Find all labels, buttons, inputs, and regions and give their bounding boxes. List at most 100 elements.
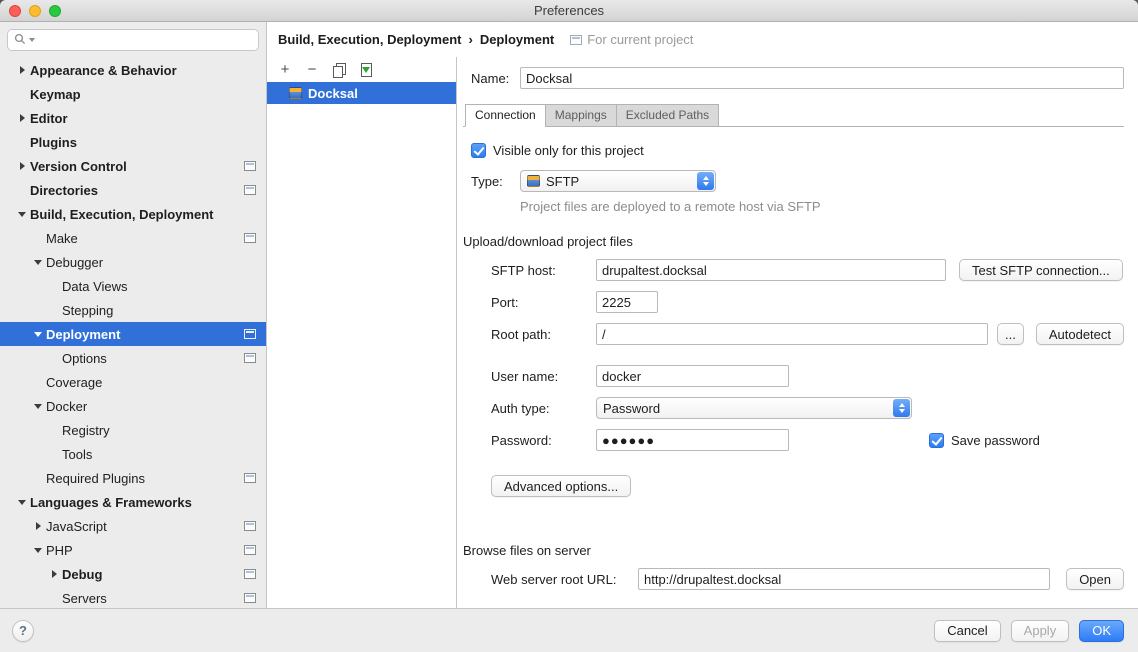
sidebar-item-plugins[interactable]: Plugins: [0, 130, 266, 154]
sidebar-item-required-plugins[interactable]: Required Plugins: [0, 466, 266, 490]
sidebar-item-debugger[interactable]: Debugger: [0, 250, 266, 274]
password-label: Password:: [491, 433, 596, 448]
auth-type-select[interactable]: Password: [596, 397, 912, 419]
name-input[interactable]: [520, 67, 1124, 89]
tab-bar: Connection Mappings Excluded Paths: [463, 104, 1124, 127]
sidebar-item-label: Debugger: [46, 255, 103, 270]
sidebar-item-stepping[interactable]: Stepping: [0, 298, 266, 322]
sftp-host-input[interactable]: [596, 259, 946, 281]
root-path-input[interactable]: [596, 323, 988, 345]
settings-page-icon: [244, 329, 256, 339]
expand-arrow-icon[interactable]: [14, 162, 30, 170]
settings-page-icon: [244, 521, 256, 531]
settings-page-icon: [244, 185, 256, 195]
main-area: Appearance & BehaviorKeymap Editor Plugins…: [0, 22, 1138, 608]
paste-icon[interactable]: [356, 60, 376, 80]
sidebar-item-registry[interactable]: Registry: [0, 418, 266, 442]
type-select[interactable]: SFTP: [520, 170, 716, 192]
advanced-options-button[interactable]: Advanced options...: [491, 475, 631, 497]
collapse-arrow-icon[interactable]: [14, 212, 30, 217]
sidebar-item-label: Languages & Frameworks: [30, 495, 192, 510]
sidebar-item-tools[interactable]: Tools: [0, 442, 266, 466]
visible-only-checkbox[interactable]: [471, 143, 486, 158]
web-root-input[interactable]: [638, 568, 1050, 590]
save-password-group: Save password: [929, 433, 1040, 448]
sidebar-item-docker[interactable]: Docker: [0, 394, 266, 418]
sidebar-item-languages-frameworks[interactable]: Languages & Frameworks: [0, 490, 266, 514]
browse-root-path-button[interactable]: ...: [997, 323, 1024, 345]
settings-page-icon: [244, 161, 256, 171]
sidebar-item-javascript[interactable]: JavaScript: [0, 514, 266, 538]
server-type-icon: [289, 87, 302, 99]
settings-search[interactable]: [7, 29, 259, 51]
expand-arrow-icon[interactable]: [30, 522, 46, 530]
scope-label: For current project: [587, 32, 693, 47]
close-window-button[interactable]: [9, 5, 21, 17]
zoom-window-button[interactable]: [49, 5, 61, 17]
tab-excluded-paths[interactable]: Excluded Paths: [616, 104, 719, 127]
search-history-arrow-icon[interactable]: [29, 38, 35, 42]
sidebar-item-servers[interactable]: Servers: [0, 586, 266, 608]
server-list-panel: +− Docksal: [267, 57, 457, 608]
expand-arrow-icon[interactable]: [14, 114, 30, 122]
sidebar-item-php[interactable]: PHP: [0, 538, 266, 562]
copy-icon[interactable]: [329, 60, 349, 80]
settings-tree: Appearance & BehaviorKeymap Editor Plugins…: [0, 55, 266, 608]
sidebar-item-directories[interactable]: Directories: [0, 178, 266, 202]
sidebar-item-appearance-behavior[interactable]: Appearance & Behavior: [0, 58, 266, 82]
add-icon[interactable]: +: [275, 60, 295, 80]
collapse-arrow-icon[interactable]: [30, 404, 46, 409]
user-name-input[interactable]: [596, 365, 789, 387]
password-input[interactable]: [596, 429, 789, 451]
collapse-arrow-icon[interactable]: [14, 500, 30, 505]
ok-button[interactable]: OK: [1079, 620, 1124, 642]
sidebar-item-label: Plugins: [30, 135, 77, 150]
server-list-item-docksal[interactable]: Docksal: [267, 82, 456, 104]
autodetect-button[interactable]: Autodetect: [1036, 323, 1124, 345]
sidebar-item-version-control[interactable]: Version Control: [0, 154, 266, 178]
help-button[interactable]: ?: [12, 620, 34, 642]
collapse-arrow-icon[interactable]: [30, 260, 46, 265]
open-button[interactable]: Open: [1066, 568, 1124, 590]
panels: +− Docksal Name: Connection Mappings: [267, 57, 1138, 608]
breadcrumb-group[interactable]: Build, Execution, Deployment: [278, 32, 461, 47]
root-path-label: Root path:: [491, 327, 596, 342]
collapse-arrow-icon[interactable]: [30, 332, 46, 337]
collapse-arrow-icon[interactable]: [30, 548, 46, 553]
sidebar-item-label: Editor: [30, 111, 68, 126]
minimize-window-button[interactable]: [29, 5, 41, 17]
test-connection-button[interactable]: Test SFTP connection...: [959, 259, 1123, 281]
deployment-form: Name: Connection Mappings Excluded Paths…: [457, 57, 1138, 608]
preferences-window: Preferences Appearance & BehaviorKeymapE…: [0, 0, 1138, 652]
sidebar-item-label: Directories: [30, 183, 98, 198]
cancel-button[interactable]: Cancel: [934, 620, 1000, 642]
type-help-text: Project files are deployed to a remote h…: [520, 199, 1124, 214]
sidebar-item-data-views[interactable]: Data Views: [0, 274, 266, 298]
sidebar-item-editor[interactable]: Editor: [0, 106, 266, 130]
sidebar-item-build-execution-deployment[interactable]: Build, Execution, Deployment: [0, 202, 266, 226]
sidebar-item-options[interactable]: Options: [0, 346, 266, 370]
sidebar-item-deployment[interactable]: Deployment: [0, 322, 266, 346]
settings-page-icon: [244, 233, 256, 243]
select-stepper-icon: [893, 399, 910, 417]
expand-arrow-icon[interactable]: [46, 570, 62, 578]
breadcrumb-page: Deployment: [480, 32, 554, 47]
sidebar-item-debug[interactable]: Debug: [0, 562, 266, 586]
name-label: Name:: [471, 71, 520, 86]
remove-icon[interactable]: −: [302, 60, 322, 80]
sidebar-item-label: Data Views: [62, 279, 128, 294]
sidebar-item-label: JavaScript: [46, 519, 107, 534]
sftp-type-icon: [527, 175, 540, 187]
sidebar-item-make[interactable]: Make: [0, 226, 266, 250]
tab-connection[interactable]: Connection: [465, 104, 546, 127]
sidebar-item-coverage[interactable]: Coverage: [0, 370, 266, 394]
search-input[interactable]: [38, 33, 252, 47]
expand-arrow-icon[interactable]: [14, 66, 30, 74]
sidebar-item-keymap[interactable]: Keymap: [0, 82, 266, 106]
tab-mappings[interactable]: Mappings: [545, 104, 617, 127]
port-input[interactable]: [596, 291, 658, 313]
sidebar-item-label: PHP: [46, 543, 73, 558]
sidebar-item-label: Tools: [62, 447, 92, 462]
apply-button[interactable]: Apply: [1011, 620, 1070, 642]
save-password-checkbox[interactable]: [929, 433, 944, 448]
